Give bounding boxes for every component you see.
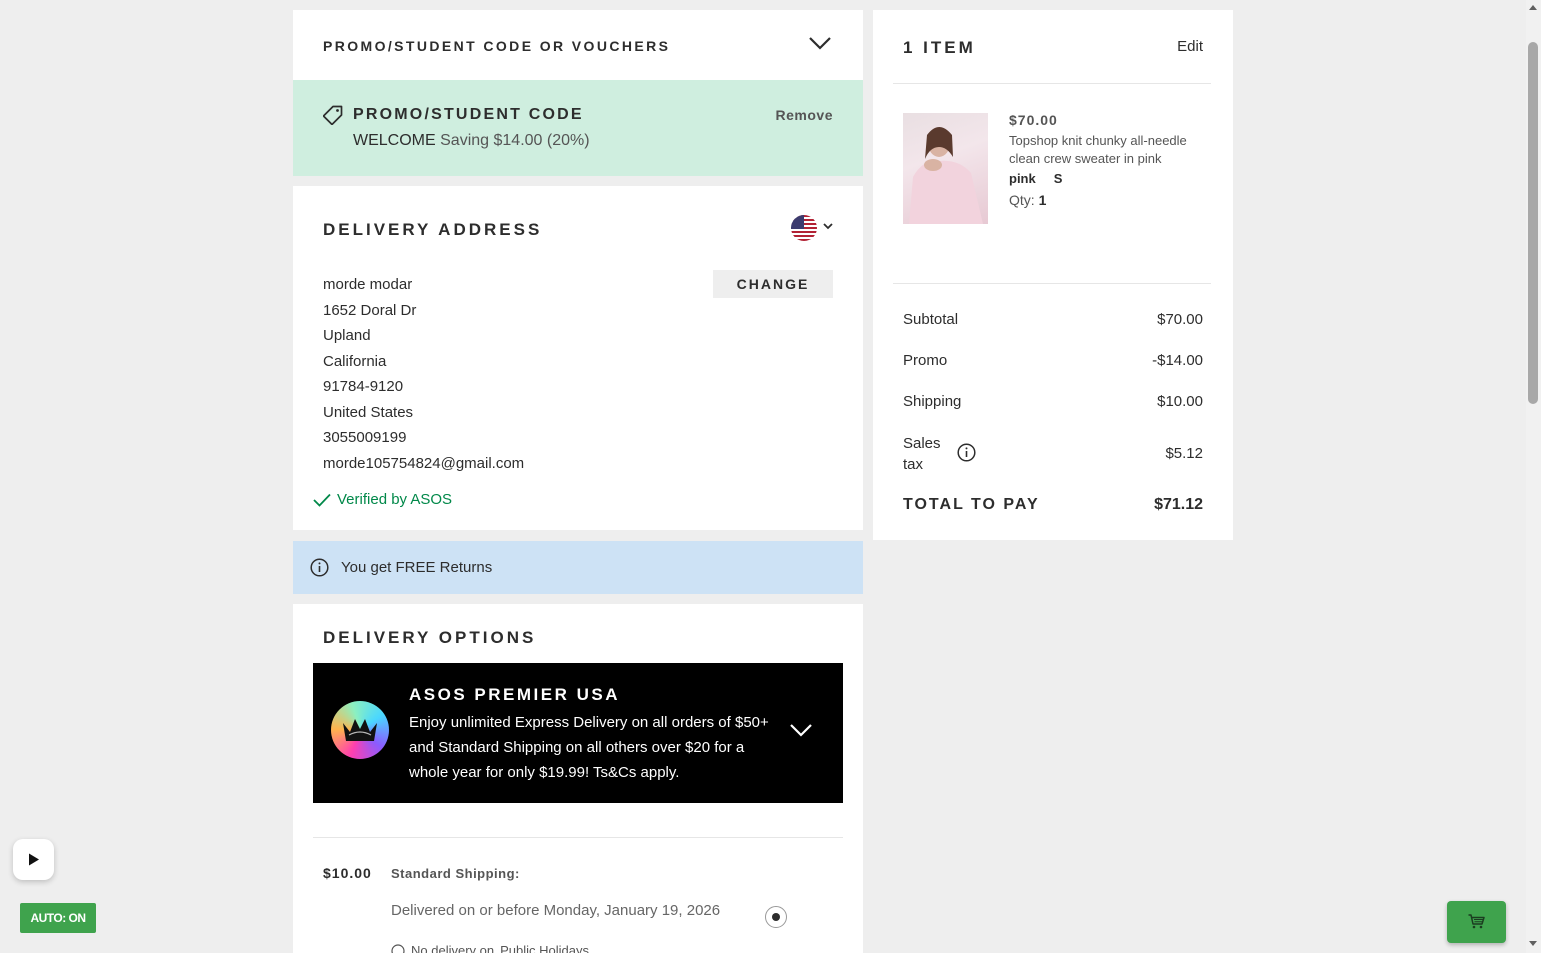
play-icon: [29, 853, 39, 866]
chevron-down-icon[interactable]: [789, 722, 813, 738]
auto-mode-badge[interactable]: AUTO: ON: [20, 903, 96, 933]
divider: [893, 83, 1211, 84]
standard-shipping-price: $10.00: [323, 865, 372, 881]
free-returns-text: You get FREE Returns: [341, 559, 493, 576]
check-icon: [313, 493, 331, 507]
premier-title: ASOS PREMIER USA: [409, 685, 620, 704]
scroll-down-arrow-icon[interactable]: [1529, 941, 1537, 946]
address-phone: 3055009199: [323, 429, 407, 446]
item-variant: pink S: [1009, 171, 1062, 186]
promo-applied-title: PROMO/STUDENT CODE: [353, 106, 584, 123]
promo-section-title: PROMO/STUDENT CODE OR VOUCHERS: [323, 38, 671, 54]
product-thumbnail[interactable]: [903, 113, 988, 224]
delivery-date: Delivered on or before Monday, January 1…: [391, 902, 721, 919]
promo-applied-detail: WELCOME Saving $14.00 (20%): [353, 132, 590, 150]
address-zip: 91784-9120: [323, 378, 404, 395]
address-country: United States: [323, 403, 414, 421]
divider: [313, 837, 843, 838]
promo-label: Promo: [903, 352, 948, 369]
address-lines: morde modar 1652 Doral Dr Upland Califor…: [323, 272, 524, 476]
standard-shipping-label: Standard Shipping:: [391, 866, 520, 881]
cart-icon: [1468, 914, 1485, 929]
total-label: TOTAL TO PAY: [903, 496, 1040, 513]
premier-crown-icon: [331, 701, 389, 759]
address-city: Upland: [323, 327, 371, 344]
shipping-value: $10.00: [1157, 393, 1203, 410]
promo-code-value: WELCOME: [353, 132, 436, 149]
holidays-prefix: No delivery on: [411, 943, 495, 953]
address-email: morde105754824@gmail.com: [323, 454, 525, 472]
delivery-address-section: DELIVERY ADDRESS CHANGE morde modar 1652…: [293, 186, 863, 530]
sales-tax-value: $5.12: [1165, 445, 1203, 462]
info-icon: [391, 943, 405, 953]
total-value: $71.12: [1154, 496, 1203, 513]
premier-promo-banner[interactable]: ASOS PREMIER USA Enjoy unlimited Express…: [313, 663, 843, 803]
item-name[interactable]: Topshop knit chunky all-needle clean cre…: [1009, 132, 1209, 168]
shipping-row: Shipping $10.00: [903, 393, 1203, 410]
info-icon: [310, 558, 329, 577]
verified-label: Verified by ASOS: [337, 491, 453, 508]
promo-code-section-header[interactable]: PROMO/STUDENT CODE OR VOUCHERS: [293, 10, 863, 80]
premier-description: Enjoy unlimited Express Delivery on all …: [409, 714, 769, 781]
holidays-note: No delivery on Public Holidays: [391, 943, 589, 953]
item-price: $70.00: [1009, 112, 1058, 128]
sales-tax-label: Sales tax: [903, 435, 941, 473]
subtotal-value: $70.00: [1157, 311, 1203, 328]
cart-button[interactable]: [1447, 901, 1506, 943]
delivery-options-section: DELIVERY OPTIONS ASOS PREMIER USA Enjoy …: [293, 604, 863, 953]
info-icon[interactable]: [957, 443, 976, 462]
qty-label: Qty:: [1009, 192, 1035, 208]
play-button[interactable]: [13, 839, 54, 880]
standard-shipping-radio[interactable]: [765, 906, 787, 928]
verified-status: Verified by ASOS: [313, 491, 452, 508]
chevron-down-icon[interactable]: [808, 35, 832, 51]
address-state: California: [323, 352, 387, 370]
shipping-label: Shipping: [903, 393, 962, 410]
delivery-address-title: DELIVERY ADDRESS: [323, 220, 543, 239]
item-size: S: [1053, 171, 1063, 186]
chevron-down-icon[interactable]: [823, 222, 833, 230]
scrollbar-thumb[interactable]: [1528, 42, 1538, 404]
us-flag-icon[interactable]: [791, 215, 817, 241]
divider: [893, 283, 1211, 284]
promo-row: Promo -$14.00: [903, 352, 1203, 369]
delivery-options-title: DELIVERY OPTIONS: [323, 628, 537, 647]
free-returns-banner: You get FREE Returns: [293, 541, 863, 594]
promo-value: -$14.00: [1152, 352, 1203, 369]
item-count: 1 ITEM: [903, 38, 976, 57]
remove-promo-link[interactable]: Remove: [776, 107, 833, 123]
change-address-button[interactable]: CHANGE: [713, 270, 833, 298]
order-summary: 1 ITEM Edit $70.00 Topshop knit chunky a…: [873, 10, 1233, 540]
subtotal-row: Subtotal $70.00: [903, 311, 1203, 328]
edit-bag-link[interactable]: Edit: [1177, 38, 1203, 55]
address-name: morde modar: [323, 276, 413, 293]
item-quantity: Qty: 1: [1009, 192, 1046, 208]
page-scrollbar[interactable]: [1526, 0, 1541, 953]
address-street: 1652 Doral Dr: [323, 301, 417, 319]
promo-saving: Saving $14.00 (20%): [440, 132, 590, 149]
scroll-up-arrow-icon[interactable]: [1529, 5, 1537, 10]
qty-value: 1: [1038, 192, 1047, 208]
item-color: pink: [1009, 171, 1036, 186]
tag-icon: [323, 105, 343, 125]
public-holidays-link[interactable]: Public Holidays: [500, 943, 589, 953]
promo-applied-banner: PROMO/STUDENT CODE WELCOME Saving $14.00…: [293, 80, 863, 176]
subtotal-label: Subtotal: [903, 311, 959, 328]
